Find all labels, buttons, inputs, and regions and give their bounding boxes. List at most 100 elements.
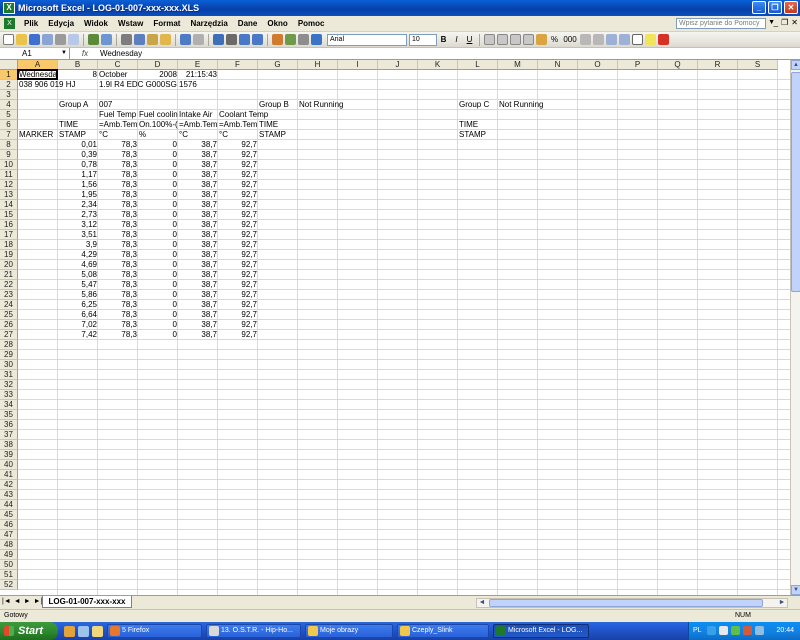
cell-f9[interactable]: 92,7 xyxy=(218,150,258,160)
cell-e24[interactable]: 38,7 xyxy=(178,300,218,310)
cell-f20[interactable]: 92,7 xyxy=(218,260,258,270)
cell-c25[interactable]: 78,3 xyxy=(98,310,138,320)
cell-e25[interactable]: 38,7 xyxy=(178,310,218,320)
cell-e5[interactable]: Intake Air xyxy=(178,110,218,120)
cell-d22[interactable]: 0 xyxy=(138,280,178,290)
menu-data[interactable]: Dane xyxy=(233,19,263,28)
row-header-33[interactable]: 33 xyxy=(0,390,18,400)
cell-d10[interactable]: 0 xyxy=(138,160,178,170)
cell-b18[interactable]: 3,9 xyxy=(58,240,98,250)
cell-f11[interactable]: 92,7 xyxy=(218,170,258,180)
cell-d15[interactable]: 0 xyxy=(138,210,178,220)
cell-d20[interactable]: 0 xyxy=(138,260,178,270)
cell-h4[interactable]: Not Running xyxy=(298,100,344,110)
close-button[interactable]: ✕ xyxy=(784,1,798,14)
chart-wizard-icon[interactable] xyxy=(272,34,283,45)
cell-c13[interactable]: 78,3 xyxy=(98,190,138,200)
row-header-31[interactable]: 31 xyxy=(0,370,18,380)
row-header-24[interactable]: 24 xyxy=(0,300,18,310)
cell-d19[interactable]: 0 xyxy=(138,250,178,260)
cell-d16[interactable]: 0 xyxy=(138,220,178,230)
row-header-45[interactable]: 45 xyxy=(0,510,18,520)
cell-f10[interactable]: 92,7 xyxy=(218,160,258,170)
cell-c6[interactable]: =Amb.Temp xyxy=(98,120,138,130)
cell-b19[interactable]: 4,29 xyxy=(58,250,98,260)
cell-f27[interactable]: 92,7 xyxy=(218,330,258,340)
prev-sheet-icon[interactable]: ◄ xyxy=(14,598,21,605)
security-icon[interactable] xyxy=(731,626,740,635)
cell-e8[interactable]: 38,7 xyxy=(178,140,218,150)
cell-d9[interactable]: 0 xyxy=(138,150,178,160)
cell-e22[interactable]: 38,7 xyxy=(178,280,218,290)
cut-icon[interactable] xyxy=(121,34,132,45)
format-painter-icon[interactable] xyxy=(160,34,171,45)
cell-e26[interactable]: 38,7 xyxy=(178,320,218,330)
scroll-left-icon[interactable]: ◄ xyxy=(477,598,487,608)
print-preview-icon[interactable] xyxy=(68,34,79,45)
row-header-21[interactable]: 21 xyxy=(0,270,18,280)
align-left-icon[interactable] xyxy=(484,34,495,45)
cell-d13[interactable]: 0 xyxy=(138,190,178,200)
row-header-27[interactable]: 27 xyxy=(0,330,18,340)
currency-icon[interactable] xyxy=(536,34,547,45)
column-header-c[interactable]: C xyxy=(98,60,138,70)
cell-e1[interactable]: 21:15:43 xyxy=(178,70,218,80)
cell-b26[interactable]: 7,02 xyxy=(58,320,98,330)
row-header-6[interactable]: 6 xyxy=(0,120,18,130)
column-header-r[interactable]: R xyxy=(698,60,738,70)
cell-b9[interactable]: 0,39 xyxy=(58,150,98,160)
start-button[interactable]: Start xyxy=(0,622,58,640)
row-header-18[interactable]: 18 xyxy=(0,240,18,250)
column-header-k[interactable]: K xyxy=(418,60,458,70)
row-header-19[interactable]: 19 xyxy=(0,250,18,260)
row-header-35[interactable]: 35 xyxy=(0,410,18,420)
cell-b8[interactable]: 0,01 xyxy=(58,140,98,150)
cell-f15[interactable]: 92,7 xyxy=(218,210,258,220)
column-header-p[interactable]: P xyxy=(618,60,658,70)
sort-descending-icon[interactable] xyxy=(252,34,263,45)
vertical-scrollbar[interactable]: ▲ ▼ xyxy=(790,60,800,595)
row-header-29[interactable]: 29 xyxy=(0,350,18,360)
column-header-f[interactable]: F xyxy=(218,60,258,70)
column-header-q[interactable]: Q xyxy=(658,60,698,70)
cell-a2[interactable]: 038 906 019 HJ xyxy=(18,80,77,90)
network-icon[interactable] xyxy=(707,626,716,635)
cell-f21[interactable]: 92,7 xyxy=(218,270,258,280)
firefox-quicklaunch-icon[interactable] xyxy=(64,625,75,637)
cell-e19[interactable]: 38,7 xyxy=(178,250,218,260)
cell-e14[interactable]: 38,7 xyxy=(178,200,218,210)
borders-icon[interactable] xyxy=(632,34,643,45)
horizontal-scrollbar[interactable]: ◄ ► xyxy=(476,598,788,608)
sort-ascending-icon[interactable] xyxy=(239,34,250,45)
row-header-1[interactable]: 1 xyxy=(0,70,18,80)
cell-e15[interactable]: 38,7 xyxy=(178,210,218,220)
cell-c12[interactable]: 78,3 xyxy=(98,180,138,190)
cell-c14[interactable]: 78,3 xyxy=(98,200,138,210)
align-center-icon[interactable] xyxy=(497,34,508,45)
cell-d1[interactable]: 2008 xyxy=(138,70,178,80)
column-header-h[interactable]: H xyxy=(298,60,338,70)
cell-f25[interactable]: 92,7 xyxy=(218,310,258,320)
cell-b22[interactable]: 5,47 xyxy=(58,280,98,290)
row-header-52[interactable]: 52 xyxy=(0,580,18,590)
cell-b1[interactable]: 8 xyxy=(58,70,98,80)
row-header-51[interactable]: 51 xyxy=(0,570,18,580)
cell-f26[interactable]: 92,7 xyxy=(218,320,258,330)
row-header-49[interactable]: 49 xyxy=(0,550,18,560)
row-header-15[interactable]: 15 xyxy=(0,210,18,220)
title-bar[interactable]: X Microsoft Excel - LOG-01-007-xxx-xxx.X… xyxy=(0,0,800,16)
menu-format[interactable]: Format xyxy=(148,19,185,28)
cell-d24[interactable]: 0 xyxy=(138,300,178,310)
cell-m4[interactable]: Not Running xyxy=(498,100,544,110)
cell-d18[interactable]: 0 xyxy=(138,240,178,250)
desktop-quicklaunch-icon[interactable] xyxy=(78,625,89,637)
cell-e13[interactable]: 38,7 xyxy=(178,190,218,200)
menu-window[interactable]: Okno xyxy=(262,19,292,28)
cell-f22[interactable]: 92,7 xyxy=(218,280,258,290)
cell-f23[interactable]: 92,7 xyxy=(218,290,258,300)
column-header-b[interactable]: B xyxy=(58,60,98,70)
row-header-26[interactable]: 26 xyxy=(0,320,18,330)
row-header-42[interactable]: 42 xyxy=(0,480,18,490)
menu-insert[interactable]: Wstaw xyxy=(113,19,148,28)
underline-button[interactable]: U xyxy=(464,34,475,45)
